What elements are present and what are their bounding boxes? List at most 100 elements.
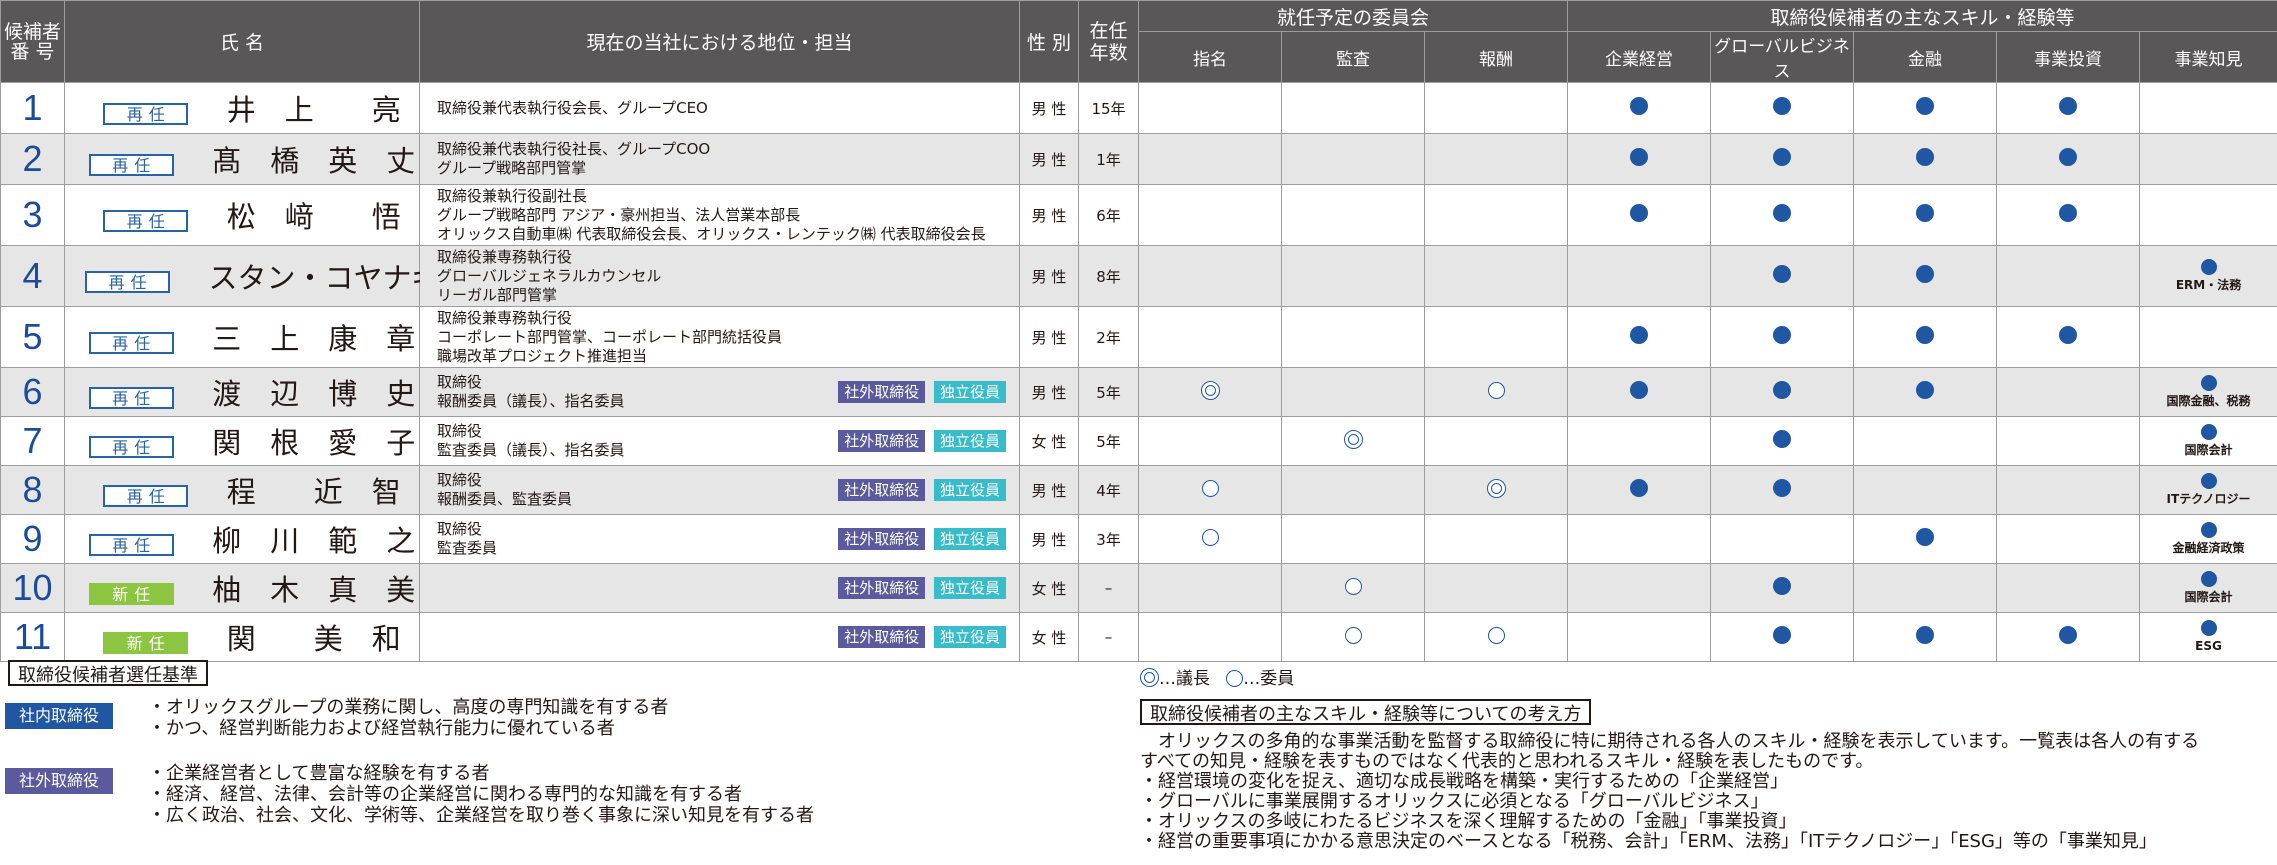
committee-compensation-cell: [1423, 612, 1569, 662]
skill-dot-icon: [1916, 97, 1935, 115]
candidate-row: 4 再任 スタン・コヤナギ 取締役兼専務執行役 グローバルジェネラルカウンセル リー…: [0, 245, 2277, 307]
committee-nomination-cell: [1138, 465, 1282, 515]
skill-dot-icon: [1916, 265, 1935, 283]
skill-dot-icon: [1630, 381, 1649, 399]
skill-dot-icon: [1773, 326, 1792, 344]
note-line: すべての知見・経験を表すものではなく代表的と思われるスキル・経験を表したものです…: [1140, 751, 1874, 772]
skill-investment-cell: [1996, 245, 2141, 307]
skill-investment-cell: [1996, 306, 2141, 368]
skill-dot-icon: [1916, 626, 1935, 644]
candidate-name: スタン・コヤナギ: [208, 261, 441, 295]
skill-finance-cell: [1853, 416, 1998, 466]
skill-management-cell: [1567, 133, 1712, 185]
position-cell: 取締役兼執行役副社長 グループ戦略部門 アジア・豪州担当、法人営業本部長 オリックス…: [419, 184, 1020, 246]
committee-compensation-cell: [1423, 563, 1569, 613]
skill-management-cell: [1567, 184, 1712, 246]
position-cell: 取締役兼専務執行役 グローバルジェネラルカウンセル リーガル部門管掌: [419, 245, 1020, 307]
status-badge: 再任: [103, 103, 189, 125]
skill-global-cell: [1710, 416, 1855, 466]
candidate-number: 5: [0, 306, 65, 368]
skill-management-cell: [1567, 612, 1712, 662]
skill-finance-cell: [1853, 612, 1998, 662]
status-badge: 新任: [103, 632, 189, 654]
skill-dot-icon: [1773, 626, 1792, 644]
skill-dot-icon: [2059, 97, 2078, 115]
tenure: 5年: [1078, 367, 1139, 417]
candidate-name-cell: 再任 井 上 亮: [64, 82, 420, 134]
committee-compensation-cell: [1423, 514, 1569, 564]
tenure: 6年: [1078, 184, 1139, 246]
candidate-row: 10 新任 柚 木 真 美 社外取締役 独立役員 女 性 – 国際会計: [0, 563, 2277, 613]
committee-nomination-cell: [1138, 306, 1282, 368]
status-badge: 再任: [88, 332, 174, 354]
skill-dot-icon: [1773, 381, 1792, 399]
skill-global-cell: [1710, 184, 1855, 246]
skill-dot-icon: [2200, 620, 2217, 636]
skill-finance-cell: [1853, 245, 1998, 307]
gender: 女 性: [1019, 563, 1079, 613]
candidate-name-cell: 再任 渡 辺 博 史: [64, 367, 420, 417]
skill-investment-cell: [1996, 612, 2141, 662]
skill-finance-cell: [1853, 82, 1998, 134]
gender: 男 性: [1019, 184, 1079, 246]
skill-management-cell: [1567, 563, 1712, 613]
header-committees: 就任予定の委員会: [1137, 0, 1569, 32]
gender: 男 性: [1019, 465, 1079, 515]
criteria-line: ・経済、経営、法律、会計等の企業経営に関わる専門的な知識を有する者: [148, 784, 742, 805]
note-line: ・オリックスの多岐にわたるビジネスを深く理解するための「金融」「事業投資」: [1140, 811, 1797, 832]
position-line: グループ戦略部門 アジア・豪州担当、法人営業本部長: [437, 205, 801, 224]
candidate-name-cell: 再任 松 﨑 悟: [64, 184, 420, 246]
position-cell: 取締役 報酬委員、監査委員 社外取締役 独立役員: [419, 465, 1020, 515]
committee-nomination-cell: [1138, 82, 1282, 134]
skill-finance-cell: [1853, 367, 1998, 417]
skill-investment-cell: [1996, 184, 2141, 246]
skill-dot-icon: [2059, 326, 2078, 344]
skills-note-body: オリックスの多角的な事業活動を監督する取締役に特に期待される各人のスキル・経験を…: [1140, 732, 2199, 852]
member-symbol-icon: [1487, 381, 1505, 399]
director-tags: 社外取締役 独立役員: [834, 626, 1006, 648]
independent-officer-tag: 独立役員: [933, 479, 1006, 501]
tenure: –: [1078, 612, 1139, 662]
skill-dot-icon: [1773, 148, 1792, 166]
outside-director-tag: 社外取締役: [838, 430, 926, 452]
skill-knowledge-cell: ESG: [2139, 612, 2277, 662]
skill-dot-icon: [1773, 577, 1792, 595]
candidate-number: 9: [0, 514, 65, 564]
header-skill-knowledge: 事業知見: [2139, 31, 2277, 83]
skill-global-cell: [1710, 245, 1855, 307]
header-number: 候補者番 号: [0, 0, 65, 83]
skill-finance-cell: [1853, 133, 1998, 185]
skill-dot-icon: [1773, 265, 1792, 283]
skill-management-cell: [1567, 367, 1712, 417]
status-badge: 再任: [88, 387, 174, 409]
skill-dot-icon: [1916, 326, 1935, 344]
candidate-name: 柳 川 範 之: [212, 524, 416, 558]
skill-investment-cell: [1996, 82, 2141, 134]
legend-member: …委員: [1243, 669, 1295, 689]
skill-global-cell: [1710, 82, 1855, 134]
inside-criteria: ・オリックスグループの業務に関し、高度の専門知識を有する者 ・かつ、経営判断能力…: [148, 697, 668, 739]
skill-management-cell: [1567, 514, 1712, 564]
status-badge: 再任: [85, 271, 170, 293]
skill-management-cell: [1567, 416, 1712, 466]
header-name: 氏 名: [64, 0, 420, 83]
skill-dot-icon: [1773, 204, 1792, 222]
tenure: 4年: [1078, 465, 1139, 515]
skills-note-title: 取締役候補者の主なスキル・経験等についての考え方: [1140, 699, 1592, 725]
knowledge-label: ESG: [2195, 639, 2222, 653]
skill-dot-icon: [1630, 148, 1649, 166]
member-symbol-icon: [1201, 479, 1219, 497]
header-skill-management: 企業経営: [1567, 31, 1712, 83]
inside-director-label: 社内取締役: [5, 703, 113, 729]
criteria-line: ・かつ、経営判断能力および経営執行能力に優れている者: [148, 718, 615, 739]
gender: 男 性: [1019, 245, 1079, 307]
committee-nomination-cell: [1138, 514, 1282, 564]
candidate-row: 11 新任 関 美 和 社外取締役 独立役員 女 性 – ESG: [0, 612, 2277, 662]
committee-audit-cell: [1281, 245, 1425, 307]
candidate-name: 関 根 愛 子: [212, 426, 416, 460]
skill-finance-cell: [1853, 514, 1998, 564]
committee-nomination-cell: [1138, 245, 1282, 307]
committee-audit-cell: [1281, 306, 1425, 368]
committee-audit-cell: [1281, 184, 1425, 246]
skill-dot-icon: [1630, 326, 1649, 344]
